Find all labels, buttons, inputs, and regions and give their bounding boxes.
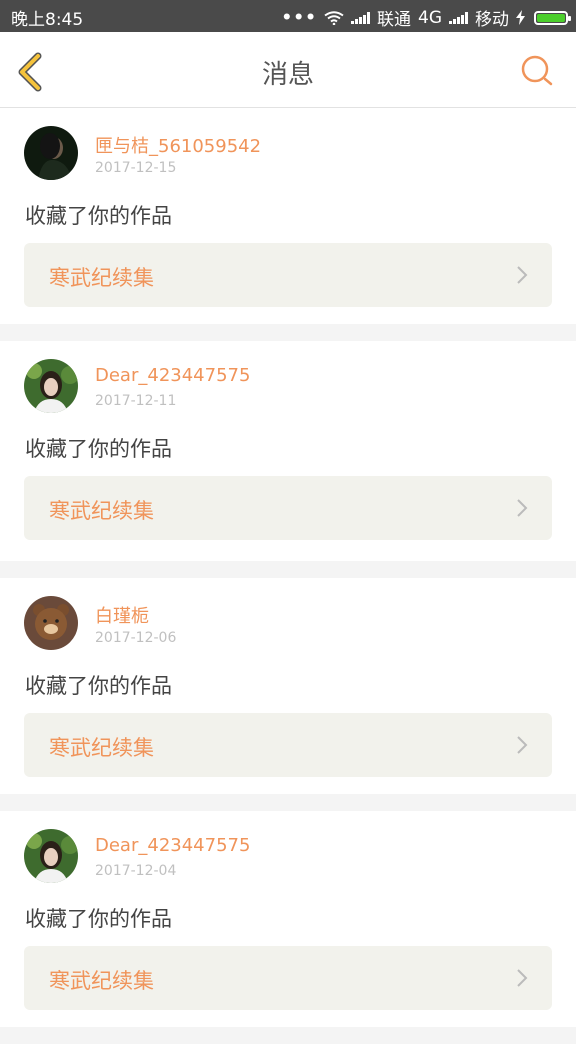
message-item: 匣与桔_561059542 2017-12-15 收藏了你的作品 寒武纪续集 [0, 108, 576, 324]
message-action-text: 收藏了你的作品 [25, 674, 172, 698]
work-link[interactable]: 寒武纪续集 [24, 946, 552, 1010]
username[interactable]: 白瑾栀 [95, 602, 149, 628]
message-date: 2017-12-15 [95, 160, 177, 176]
user-avatar[interactable] [24, 829, 78, 883]
message-date: 2017-12-06 [95, 630, 177, 646]
username[interactable]: Dear_423447575 [95, 365, 250, 386]
work-title: 寒武纪续集 [49, 266, 154, 290]
signal-icon-2 [449, 11, 468, 24]
chevron-right-icon [517, 969, 528, 987]
status-time: 晚上8:45 [11, 10, 84, 30]
work-link[interactable]: 寒武纪续集 [24, 243, 552, 307]
work-title: 寒武纪续集 [49, 499, 154, 523]
message-item: 白瑾栀 2017-12-06 收藏了你的作品 寒武纪续集 [0, 578, 576, 794]
work-link[interactable]: 寒武纪续集 [24, 713, 552, 777]
more-dots: ••• [281, 7, 317, 28]
page-title: 消息 [261, 60, 314, 90]
user-avatar[interactable] [24, 126, 78, 180]
message-item: Dear_423447575 2017-12-11 收藏了你的作品 寒武纪续集 [0, 341, 576, 561]
work-link[interactable]: 寒武纪续集 [24, 476, 552, 540]
network-type: 4G [418, 7, 442, 28]
carrier-2: 移动 [475, 10, 509, 30]
message-action-text: 收藏了你的作品 [25, 907, 172, 931]
battery-icon [534, 10, 571, 25]
message-date: 2017-12-11 [95, 393, 177, 409]
message-date: 2017-12-04 [95, 863, 177, 879]
message-list: 匣与桔_561059542 2017-12-15 收藏了你的作品 寒武纪续集 D… [0, 108, 576, 1044]
username[interactable]: Dear_423447575 [95, 835, 250, 856]
user-avatar[interactable] [24, 359, 78, 413]
work-title: 寒武纪续集 [49, 969, 154, 993]
wifi-icon [324, 10, 344, 25]
work-title: 寒武纪续集 [49, 736, 154, 760]
carrier-1: 联通 [377, 10, 411, 30]
user-avatar[interactable] [24, 596, 78, 650]
chevron-right-icon [517, 266, 528, 284]
username[interactable]: 匣与桔_561059542 [95, 132, 261, 158]
message-item: Dear_423447575 2017-12-04 收藏了你的作品 寒武纪续集 [0, 811, 576, 1027]
chevron-right-icon [517, 736, 528, 754]
search-icon[interactable] [520, 54, 554, 88]
status-bar: 晚上8:45 ••• 联通 4G 移动 [0, 0, 576, 32]
message-action-text: 收藏了你的作品 [25, 437, 172, 461]
charging-bolt-icon [516, 10, 525, 25]
chevron-right-icon [517, 499, 528, 517]
status-indicators: ••• 联通 4G 移动 [281, 5, 571, 30]
header-bar: 消息 [0, 32, 576, 108]
message-action-text: 收藏了你的作品 [25, 204, 172, 228]
signal-icon-1 [351, 11, 370, 24]
